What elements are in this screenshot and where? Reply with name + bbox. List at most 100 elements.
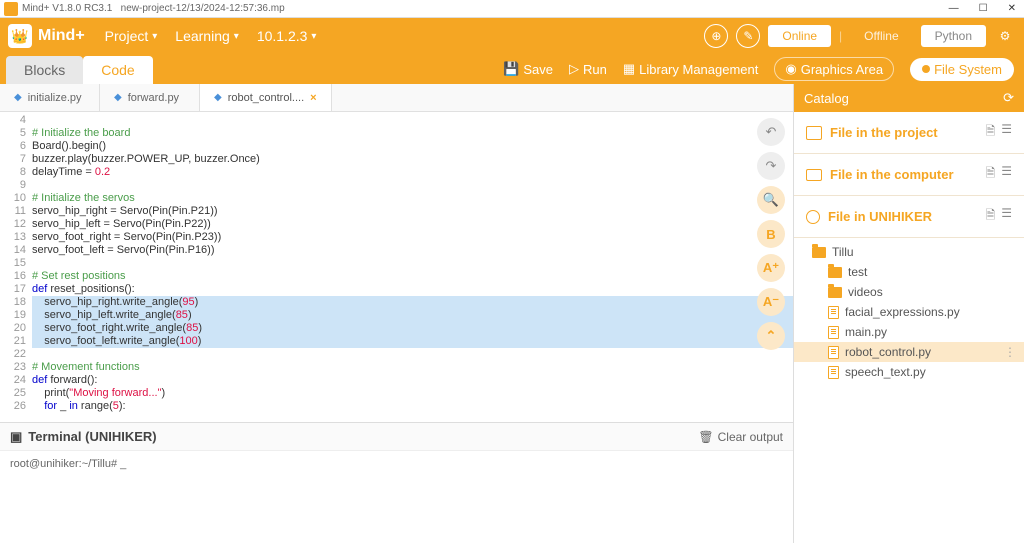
menu-project[interactable]: Project▾	[105, 28, 158, 44]
tree-item-robot_control.py[interactable]: robot_control.py ⋮	[794, 342, 1024, 362]
line-gutter: 4567891011121314151617181920212223242526	[0, 112, 32, 422]
tree-item-videos[interactable]: videos	[794, 282, 1024, 302]
mode-offline-button[interactable]: Offline	[850, 25, 912, 47]
chevron-down-icon: ▾	[234, 31, 239, 42]
terminal-prompt: root@unihiker:~/Tillu# _	[10, 458, 126, 470]
tree-item-label: main.py	[845, 325, 887, 339]
menu-ip[interactable]: 10.1.2.3▾	[257, 28, 317, 44]
code-content[interactable]: # Initialize the boardBoard().begin()buz…	[32, 112, 793, 422]
file-tab-label: robot_control....	[228, 92, 304, 104]
float-tool-0[interactable]: ↶	[757, 118, 785, 146]
chevron-down-icon: ▾	[311, 31, 316, 42]
terminal-body[interactable]: root@unihiker:~/Tillu# _	[0, 451, 793, 543]
save-icon: 💾	[503, 61, 519, 77]
bullet-icon: ◆	[114, 92, 122, 103]
terminal-section: ▣ Terminal (UNIHIKER) 🗑 Clear output roo…	[0, 422, 793, 543]
close-tab-icon[interactable]: ×	[310, 92, 316, 104]
tree-item-label: videos	[848, 285, 883, 299]
run-button[interactable]: ▷ Run	[569, 61, 607, 77]
file-icon	[828, 306, 839, 319]
window-controls: — ☐ ✕	[945, 3, 1020, 14]
filesystem-button[interactable]: File System	[910, 58, 1014, 81]
tree-item-test[interactable]: test	[794, 262, 1024, 282]
run-label: Run	[583, 62, 607, 77]
menu-icon[interactable]: ☰	[1001, 164, 1012, 185]
round-btn-2[interactable]: ✎	[736, 24, 760, 48]
tree-item-speech_text.py[interactable]: speech_text.py	[794, 362, 1024, 382]
code-area[interactable]: 4567891011121314151617181920212223242526…	[0, 112, 793, 422]
chip-icon	[806, 210, 820, 224]
maximize-button[interactable]: ☐	[975, 3, 992, 14]
minimize-button[interactable]: —	[945, 3, 963, 14]
clear-output-button[interactable]: 🗑 Clear output	[698, 430, 783, 444]
menu-learning-label: Learning	[175, 28, 230, 44]
round-btn-1[interactable]: ⊕	[704, 24, 728, 48]
bullet-icon: ◆	[14, 92, 22, 103]
float-tool-5[interactable]: A⁻	[757, 288, 785, 316]
tab-blocks[interactable]: Blocks	[6, 56, 83, 84]
ip-label: 10.1.2.3	[257, 28, 308, 44]
file-tab-1[interactable]: ◆ forward.py	[100, 84, 200, 111]
titlebar-text: Mind+ V1.8.0 RC3.1 new-project-12/13/202…	[22, 3, 945, 14]
cat-section-project[interactable]: File in the project 🗎 ☰	[794, 112, 1024, 154]
file-tab-2[interactable]: ◆robot_control....×	[200, 84, 332, 111]
float-tool-1[interactable]: ↷	[757, 152, 785, 180]
main-area: ◆initialize.py◆forward.py◆robot_control.…	[0, 84, 1024, 543]
app-version: Mind+ V1.8.0 RC3.1	[22, 3, 112, 14]
menu-learning[interactable]: Learning ▾	[175, 28, 239, 44]
mode-online-button[interactable]: Online	[768, 25, 831, 47]
cat-section-computer[interactable]: File in the computer 🗎 ☰	[794, 154, 1024, 196]
menu-icon[interactable]: ☰	[1001, 206, 1012, 227]
monitor-icon	[806, 169, 822, 181]
tree-item-Tillu[interactable]: Tillu	[794, 242, 1024, 262]
save-label: Save	[523, 62, 553, 77]
file-tab-label: forward.py	[128, 92, 179, 104]
file-icon	[828, 326, 839, 339]
file-tree: Tillutest videos facial_expressions.pymain…	[794, 238, 1024, 386]
play-icon: ▷	[569, 61, 579, 77]
terminal-title-text: Terminal (UNIHIKER)	[28, 429, 156, 444]
graphics-button[interactable]: ◉ Graphics Area	[774, 57, 894, 81]
clear-icon: 🗑	[698, 430, 713, 444]
tree-item-facial_expressions.py[interactable]: facial_expressions.py	[794, 302, 1024, 322]
logo-icon: 👑	[8, 24, 32, 48]
catalog-title: Catalog	[804, 91, 849, 106]
float-tool-3[interactable]: B	[757, 220, 785, 248]
float-tool-4[interactable]: A⁺	[757, 254, 785, 282]
topbar: 👑 Mind+ Project▾ Learning▾ 10.1.2.3▾ ⊕ ✎…	[0, 18, 1024, 54]
library-button[interactable]: ▦ Library Management	[623, 61, 759, 77]
file-tab-0[interactable]: ◆initialize.py	[0, 84, 100, 111]
filesystem-label: File System	[934, 62, 1002, 77]
topbar-right: ⊕ ✎ Online | Offline Python ⚙	[704, 24, 1016, 48]
graphics-label: Graphics Area	[801, 62, 883, 77]
tree-item-label: facial_expressions.py	[845, 305, 960, 319]
new-file-icon[interactable]: 🗎	[986, 164, 996, 185]
tree-item-main.py[interactable]: main.py	[794, 322, 1024, 342]
window-titlebar: Mind+ V1.8.0 RC3.1 new-project-12/13/202…	[0, 0, 1024, 18]
menu-icon[interactable]: ☰	[1001, 122, 1012, 143]
terminal-title: ▣ Terminal (UNIHIKER)	[10, 429, 157, 445]
float-tool-2[interactable]: 🔍	[757, 186, 785, 214]
save-button[interactable]: 💾 Save	[503, 61, 553, 77]
view-tabs: Blocks Code	[6, 56, 153, 84]
dot-icon	[922, 65, 930, 73]
logo: 👑 Mind+	[8, 24, 85, 48]
settings-gear-icon[interactable]: ⚙	[994, 25, 1016, 47]
folder-icon	[806, 126, 822, 140]
close-button[interactable]: ✕	[1004, 3, 1020, 14]
refresh-icon[interactable]: ⟳	[1003, 90, 1014, 106]
terminal-header: ▣ Terminal (UNIHIKER) 🗑 Clear output	[0, 423, 793, 451]
float-tool-6[interactable]: ⌃	[757, 322, 785, 350]
file-tabs: ◆initialize.py◆forward.py◆robot_control.…	[0, 84, 793, 112]
tab-code[interactable]: Code	[83, 56, 152, 84]
tree-item-label: robot_control.py	[845, 345, 931, 359]
new-file-icon[interactable]: 🗎	[986, 122, 996, 143]
python-button[interactable]: Python	[921, 25, 986, 47]
folder-icon	[812, 247, 826, 258]
more-icon[interactable]: ⋮	[1004, 345, 1016, 359]
terminal-icon: ▣	[10, 429, 22, 445]
new-file-icon[interactable]: 🗎	[986, 206, 996, 227]
library-icon: ▦	[623, 61, 635, 77]
file-icon	[828, 346, 839, 359]
cat-section-unihiker[interactable]: File in UNIHIKER 🗎 ☰	[794, 196, 1024, 238]
